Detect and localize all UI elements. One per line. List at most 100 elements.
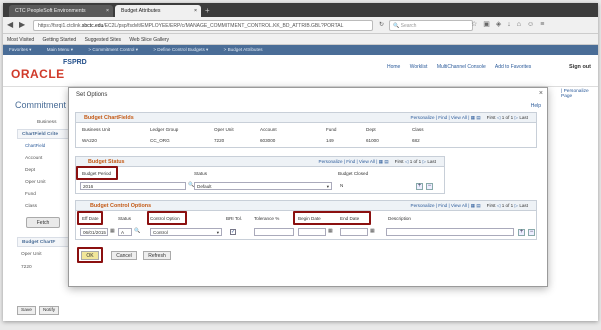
browser-tab-ctc[interactable]: CTC PeopleSoft Environments × xyxy=(9,5,113,17)
control-status-input[interactable]: A xyxy=(118,228,132,236)
end-date-input[interactable] xyxy=(340,228,368,236)
personalize-link[interactable]: Personalize | Find | View All | xyxy=(319,159,378,164)
prev-icon[interactable]: ◁ xyxy=(497,115,501,120)
worklist-link[interactable]: Worklist xyxy=(410,64,428,70)
new-tab-icon[interactable]: + xyxy=(205,6,210,15)
menu-icon[interactable]: ≡ xyxy=(540,21,550,28)
oper-unit-value: 7220 xyxy=(214,138,225,143)
business-label: Business xyxy=(37,120,57,125)
ps-header: FSPRD ORACLE Home Worklist MultiChannel … xyxy=(3,55,598,87)
shield-icon[interactable]: ◈ xyxy=(496,21,507,28)
chevron-down-icon: ▾ xyxy=(216,230,219,235)
back-icon[interactable]: ◀ xyxy=(7,20,13,29)
bri-tol-checkbox[interactable]: ✓ xyxy=(230,229,236,235)
next-icon[interactable]: ▷ xyxy=(514,203,518,208)
notify-button[interactable]: Notify xyxy=(38,306,60,315)
account-value: 603000 xyxy=(260,138,276,143)
description-input[interactable] xyxy=(386,228,514,236)
menu-budget-attributes[interactable]: > Budget Attributes xyxy=(224,47,263,52)
save-button[interactable]: Save xyxy=(17,306,36,315)
close-icon[interactable]: × xyxy=(106,8,109,14)
menu-favorites[interactable]: Favorites ▾ xyxy=(9,47,31,52)
modal-title: Set Options xyxy=(76,92,108,98)
download-icon[interactable]: ▤ xyxy=(476,203,480,208)
menu-commitment-control[interactable]: > Commitment Control ▾ xyxy=(88,47,138,52)
add-row-button[interactable]: + xyxy=(518,229,525,236)
clipboard-icon[interactable]: ▣ xyxy=(483,21,496,28)
dept-label: Dept xyxy=(25,168,36,173)
download-icon[interactable]: ↓ xyxy=(507,21,517,28)
lookup-icon[interactable]: 🔍 xyxy=(134,228,140,234)
tolerance-input[interactable] xyxy=(254,228,294,236)
row-count: 1 of 1 xyxy=(501,203,514,208)
personalize-page-link[interactable]: | Personalize Page xyxy=(561,89,598,99)
star-icon[interactable]: ☆ xyxy=(471,21,483,28)
eff-date-input[interactable]: 06/01/2015 xyxy=(80,228,108,236)
chartfield-criteria-header: ChartField Crite xyxy=(17,129,69,139)
status-select[interactable]: Default ▾ xyxy=(194,182,332,190)
add-to-favorites-link[interactable]: Add to Favorites xyxy=(495,64,531,70)
home-icon[interactable]: ⌂ xyxy=(517,21,527,28)
personalize-link[interactable]: Personalize | Find | View All | xyxy=(411,203,470,208)
col-budget-closed: Budget Closed xyxy=(338,171,369,176)
last-link[interactable]: Last xyxy=(427,159,436,164)
menu-define-control-budgets[interactable]: > Define Control Budgets ▾ xyxy=(153,47,208,52)
first-link[interactable]: First xyxy=(395,159,404,164)
section-title: Budget Status xyxy=(88,159,125,165)
zoom-icon[interactable]: ▦ xyxy=(471,115,475,120)
multichannel-console-link[interactable]: MultiChannel Console xyxy=(437,64,486,70)
next-icon[interactable]: ▷ xyxy=(422,159,426,164)
forward-icon[interactable]: ▶ xyxy=(19,20,25,29)
delete-row-button[interactable]: − xyxy=(426,183,433,190)
browser-tab-bar: CTC PeopleSoft Environments × Budget Attr… xyxy=(3,3,598,17)
account-label: Account xyxy=(25,156,43,161)
oper-unit-label: Oper Unit xyxy=(25,180,46,185)
help-link[interactable]: Help xyxy=(531,103,541,109)
calendar-icon[interactable]: ▦ xyxy=(328,228,333,234)
bookmark-most-visited[interactable]: Most Visited xyxy=(7,37,34,43)
browser-search-input[interactable]: 🔍 Search xyxy=(389,20,473,31)
class-value: 682 xyxy=(412,138,420,143)
bookmark-web-slice-gallery[interactable]: Web Slice Gallery xyxy=(129,37,169,43)
browser-tab-budget-attributes[interactable]: Budget Attributes × xyxy=(115,5,201,17)
browser-window: CTC PeopleSoft Environments × Budget Attr… xyxy=(3,3,598,321)
zoom-icon[interactable]: ▦ xyxy=(471,203,475,208)
cancel-button[interactable]: Cancel xyxy=(111,251,137,260)
zoom-icon[interactable]: ▦ xyxy=(379,159,383,164)
home-link[interactable]: Home xyxy=(387,64,400,70)
calendar-icon[interactable]: ▦ xyxy=(370,228,375,234)
download-icon[interactable]: ▤ xyxy=(476,115,480,120)
next-icon[interactable]: ▷ xyxy=(514,115,518,120)
begin-date-input[interactable] xyxy=(298,228,326,236)
chat-icon[interactable]: ☺ xyxy=(527,21,540,28)
menu-main[interactable]: Main Menu ▾ xyxy=(47,47,73,52)
budget-period-input[interactable]: 2016 xyxy=(80,182,186,190)
close-icon[interactable]: × xyxy=(194,8,197,14)
calendar-icon[interactable]: ▦ xyxy=(110,228,115,234)
fund-value: 149 xyxy=(326,138,334,143)
reload-icon[interactable]: ↻ xyxy=(379,21,384,28)
address-bar[interactable]: https://fsrqi1.ctclink.sbctc.edu/EC2L/ps… xyxy=(33,20,373,31)
fetch-button[interactable]: Fetch xyxy=(26,217,60,228)
prev-icon[interactable]: ◁ xyxy=(497,203,501,208)
bookmarks-bar: Most Visited Getting Started Suggested S… xyxy=(3,34,598,45)
last-link[interactable]: Last xyxy=(519,203,528,208)
delete-row-button[interactable]: − xyxy=(528,229,535,236)
last-link[interactable]: Last xyxy=(519,115,528,120)
add-row-button[interactable]: + xyxy=(416,183,423,190)
close-icon[interactable]: × xyxy=(539,90,543,97)
bookmark-suggested-sites[interactable]: Suggested Sites xyxy=(85,37,121,43)
row-count: 1 of 1 xyxy=(409,159,422,164)
personalize-link[interactable]: Personalize | Find | View All | xyxy=(411,115,470,120)
first-link[interactable]: First xyxy=(487,115,496,120)
sign-out-link[interactable]: Sign out xyxy=(569,64,591,70)
search-icon: 🔍 xyxy=(393,23,401,29)
refresh-button[interactable]: Refresh xyxy=(143,251,171,260)
first-link[interactable]: First xyxy=(487,203,496,208)
prev-icon[interactable]: ◁ xyxy=(405,159,409,164)
download-icon[interactable]: ▤ xyxy=(384,159,388,164)
bookmark-getting-started[interactable]: Getting Started xyxy=(43,37,77,43)
budget-chartf-header: Budget ChartF xyxy=(17,237,69,247)
class-label: Class xyxy=(25,204,37,209)
control-option-select[interactable]: Control ▾ xyxy=(150,228,222,236)
